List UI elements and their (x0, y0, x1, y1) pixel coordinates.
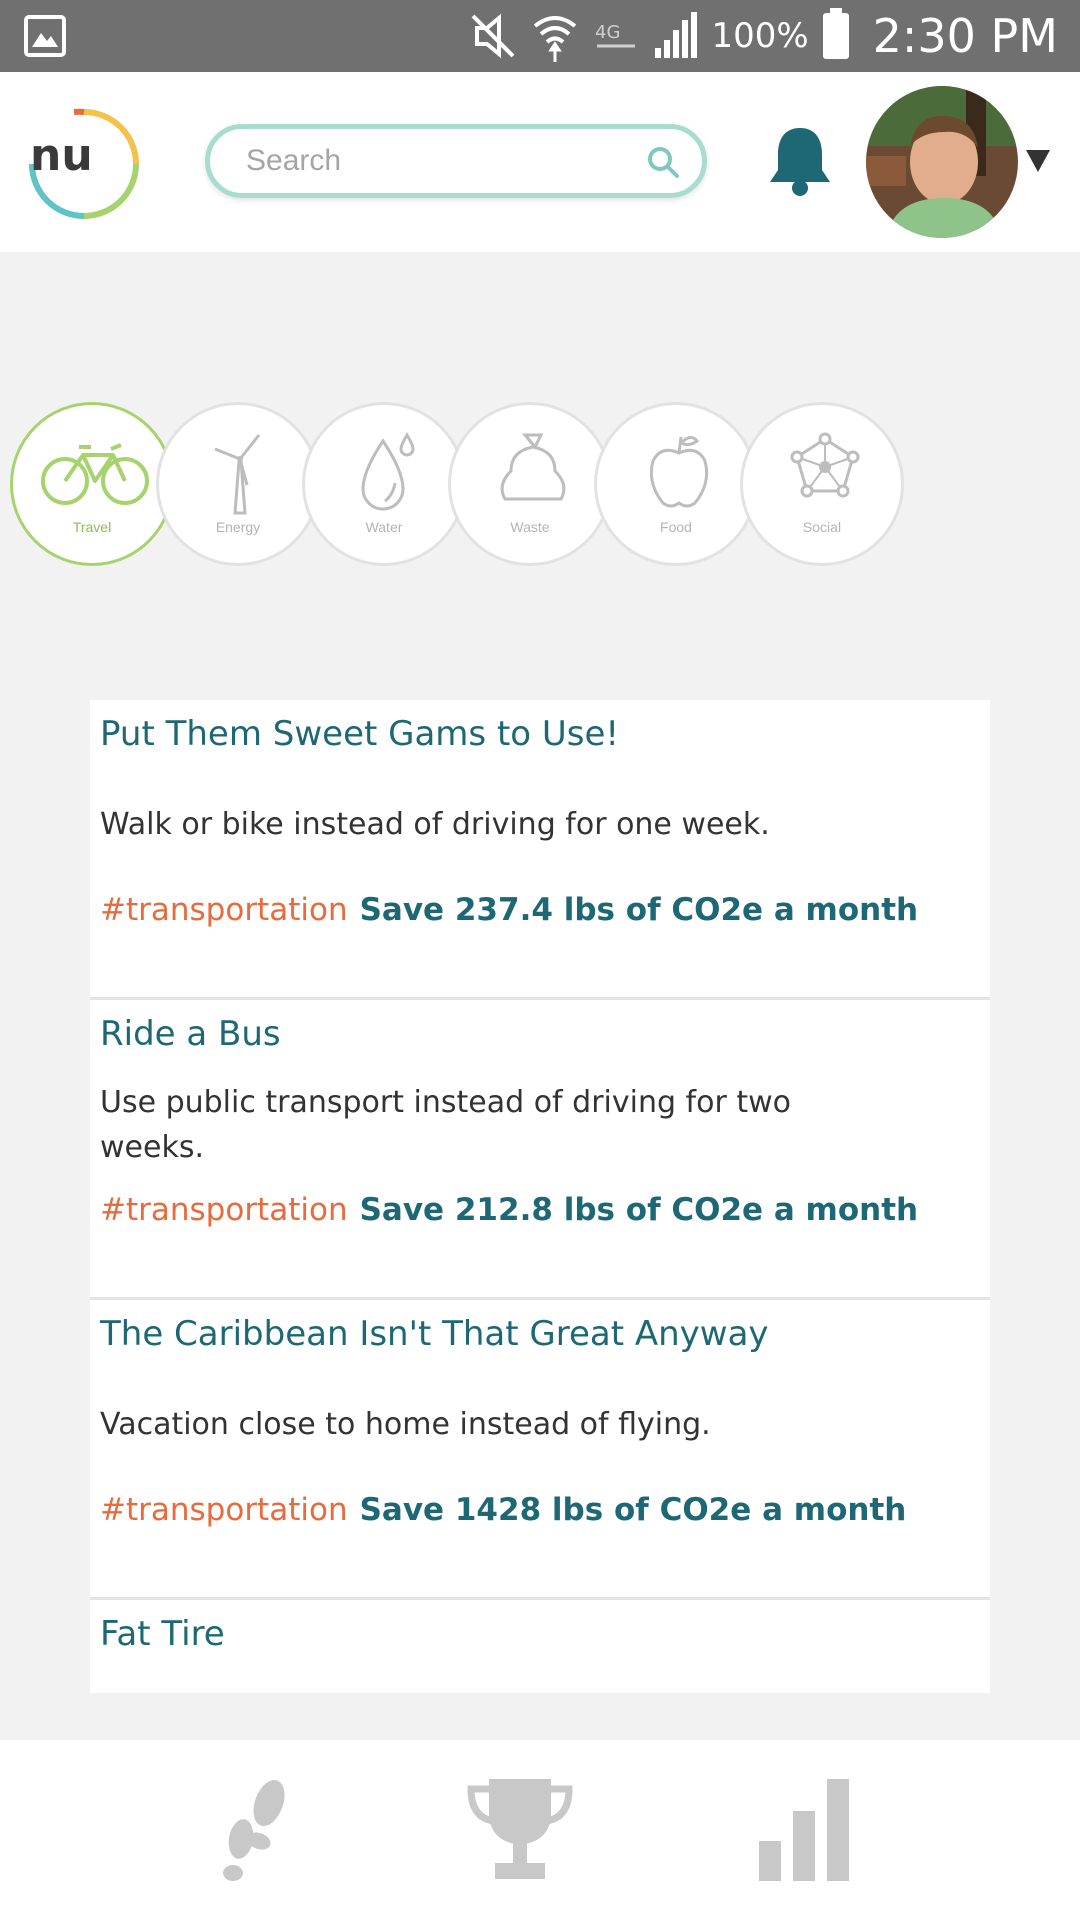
category-label: Social (802, 519, 842, 535)
bar-chart-icon[interactable] (744, 1770, 864, 1890)
wind-turbine-icon (214, 434, 261, 515)
category-row: Travel Energy Water Waste Food Social (10, 402, 1080, 566)
hashtag-link[interactable]: #transportation (100, 892, 348, 928)
lte-icon: 4G (593, 16, 639, 56)
category-travel[interactable]: Travel (10, 402, 174, 566)
category-energy[interactable]: Energy (156, 402, 320, 566)
network-icon (790, 432, 860, 498)
bell-icon[interactable] (764, 124, 836, 205)
list-item[interactable]: Ride a Bus Use public transport instead … (90, 1000, 990, 1300)
logo-text: nu (30, 130, 93, 181)
caret-down-icon[interactable] (1026, 150, 1050, 172)
status-bar: 4G 100% 2:30 PM (0, 0, 1080, 72)
action-title: Ride a Bus (100, 1014, 281, 1054)
battery-percent: 100% (711, 16, 809, 56)
svg-text:4G: 4G (595, 22, 620, 43)
category-label: Food (660, 519, 692, 535)
category-waste[interactable]: Waste (448, 402, 612, 566)
category-social[interactable]: Social (740, 402, 904, 566)
list-item[interactable]: The Caribbean Isn't That Great Anyway Va… (90, 1300, 990, 1600)
bike-icon (41, 443, 149, 505)
list-item[interactable]: Fat Tire (90, 1600, 990, 1693)
action-title: Fat Tire (100, 1614, 225, 1654)
water-drop-icon (361, 432, 415, 511)
list-item[interactable]: Put Them Sweet Gams to Use! Walk or bike… (90, 700, 990, 1000)
signal-icon (653, 12, 698, 60)
nu-logo[interactable]: nu (24, 104, 144, 224)
search-icon[interactable] (646, 145, 680, 184)
savings-text: Save 237.4 lbs of CO2e a month (359, 892, 919, 928)
footsteps-icon[interactable] (196, 1770, 316, 1890)
apple-icon (649, 436, 709, 508)
hashtag-link[interactable]: #transportation (100, 1492, 348, 1528)
savings-text: Save 1428 lbs of CO2e a month (359, 1492, 907, 1528)
mute-icon (469, 12, 517, 60)
category-label: Waste (510, 519, 550, 535)
wifi-icon (531, 10, 579, 62)
category-food[interactable]: Food (594, 402, 758, 566)
category-water[interactable]: Water (302, 402, 466, 566)
savings-text: Save 212.8 lbs of CO2e a month (359, 1192, 919, 1228)
avatar[interactable] (866, 86, 1018, 238)
action-title: The Caribbean Isn't That Great Anyway (100, 1314, 769, 1354)
gallery-icon (24, 15, 66, 57)
trophy-icon[interactable] (460, 1770, 580, 1890)
action-description: Vacation close to home instead of flying… (100, 1407, 711, 1442)
search-bar[interactable] (205, 124, 707, 198)
battery-icon (822, 8, 849, 59)
category-label: Travel (72, 519, 112, 535)
app-header: nu (0, 72, 1080, 252)
action-list: Put Them Sweet Gams to Use! Walk or bike… (90, 700, 990, 1693)
bottom-nav (0, 1740, 1080, 1920)
action-description: Use public transport instead of driving … (100, 1085, 791, 1165)
trash-bag-icon (500, 433, 566, 501)
action-title: Put Them Sweet Gams to Use! (100, 714, 620, 754)
search-input[interactable] (246, 139, 626, 183)
category-label: Water (365, 519, 403, 535)
category-label: Energy (215, 519, 261, 535)
hashtag-link[interactable]: #transportation (100, 1192, 348, 1228)
clock: 2:30 PM (872, 9, 1058, 63)
action-description: Walk or bike instead of driving for one … (100, 807, 770, 842)
